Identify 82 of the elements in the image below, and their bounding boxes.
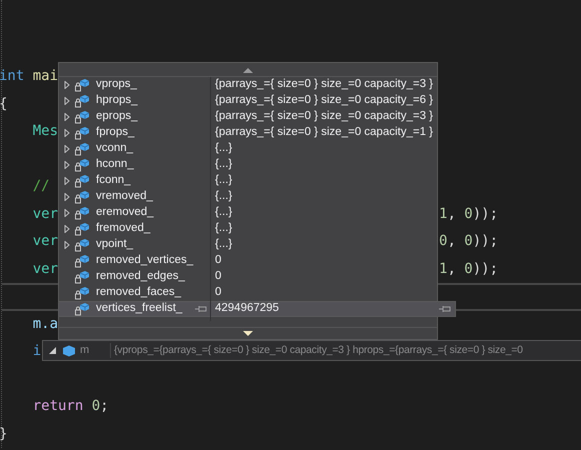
datatip-row[interactable]: fremoved_ {...}	[59, 221, 437, 237]
member-name: hprops_	[96, 93, 138, 108]
scroll-up-icon[interactable]	[243, 66, 253, 72]
datatip-row[interactable]: vconn_ {...}	[59, 141, 437, 157]
code-text: ver	[32, 260, 58, 277]
code-text: }	[0, 426, 8, 442]
datatip-row[interactable]: vprops_ {parrays_={ size=0 } size_=0 capacity_=3 }	[59, 77, 437, 93]
member-value: {parrays_={ size=0 } size_=0 capacity_=1 }	[214, 125, 434, 140]
member-name: hconn_	[96, 157, 134, 172]
datatip-row[interactable]: removed_faces_ 0	[59, 285, 437, 301]
field-lock-icon	[75, 94, 89, 108]
code-text: 1, 0));	[439, 204, 498, 224]
member-value: {parrays_={ size=0 } size_=0 capacity_=3 }	[214, 109, 434, 124]
member-value: {...}	[214, 205, 232, 220]
member-name: removed_vertices_	[96, 253, 194, 268]
field-lock-icon	[75, 126, 89, 140]
field-lock-icon	[75, 222, 89, 236]
code-text: return 0;	[32, 398, 109, 414]
field-lock-icon	[75, 110, 89, 124]
datatip-row[interactable]: removed_edges_ 0	[59, 269, 437, 285]
member-value: {parrays_={ size=0 } size_=0 capacity_=3 }	[214, 77, 434, 92]
field-lock-icon	[75, 302, 89, 316]
member-value: {...}	[214, 221, 232, 236]
object-icon	[62, 344, 76, 356]
field-lock-icon	[75, 206, 89, 220]
scroll-down-icon[interactable]	[243, 331, 253, 337]
member-name: fprops_	[96, 125, 134, 140]
member-name: fconn_	[96, 173, 131, 188]
member-name: eprops_	[96, 109, 138, 124]
datatip-row[interactable]: hprops_ {parrays_={ size=0 } size_=0 capacity_=6 }	[59, 93, 437, 109]
datatip-row[interactable]: vremoved_ {...}	[59, 189, 437, 205]
member-value: 0	[214, 269, 222, 284]
datatip-row[interactable]: fprops_ {parrays_={ size=0 } size_=0 capacity_=1 }	[59, 125, 437, 141]
code-text: int mai	[0, 68, 58, 84]
datatip-row[interactable]: vertices_freelist_ 4294967295	[59, 301, 456, 317]
member-value: {...}	[214, 157, 232, 172]
member-name: vprops_	[96, 77, 137, 92]
member-name: fremoved_	[96, 221, 150, 236]
code-text: ver	[32, 206, 58, 222]
member-value: 4294967295	[214, 301, 279, 316]
field-lock-icon	[75, 190, 89, 204]
member-name: removed_edges_	[96, 269, 185, 284]
code-text: m.a	[32, 316, 58, 332]
member-value: {...}	[214, 173, 232, 188]
code-text: i	[32, 343, 42, 360]
member-name: vconn_	[96, 141, 134, 156]
datatip-row[interactable]: vpoint_ {...}	[59, 237, 437, 253]
member-name: vpoint_	[96, 237, 134, 252]
field-lock-icon	[75, 158, 89, 172]
code-text: ver	[32, 233, 58, 250]
field-lock-icon	[75, 78, 89, 92]
datatip-row[interactable]: hconn_ {...}	[59, 157, 437, 173]
code-text: Mes	[32, 123, 58, 140]
member-name: eremoved_	[96, 205, 154, 220]
datatip-row[interactable]: removed_vertices_ 0	[59, 253, 437, 269]
field-lock-icon	[75, 286, 89, 300]
member-value: {...}	[214, 189, 232, 204]
collapse-icon[interactable]	[48, 347, 56, 354]
member-value: {parrays_={ size=0 } size_=0 capacity_=6 }	[214, 93, 434, 108]
member-value: {...}	[214, 237, 232, 252]
code-text: 0, 0));	[439, 232, 498, 252]
field-lock-icon	[75, 254, 89, 268]
member-name: removed_faces_	[96, 285, 182, 300]
datatip-row[interactable]: fconn_ {...}	[59, 173, 437, 189]
datatip-row[interactable]: eremoved_ {...}	[59, 205, 437, 221]
member-value: 0	[214, 285, 222, 300]
field-lock-icon	[75, 142, 89, 156]
variable-name: m	[80, 343, 90, 358]
code-text: 1, 0));	[439, 260, 498, 279]
member-value: 0	[214, 253, 222, 268]
datatip-row[interactable]: eprops_ {parrays_={ size=0 } size_=0 capacity_=3 }	[59, 109, 437, 125]
member-name: vertices_freelist_	[96, 301, 182, 316]
variable-value: {vprops_={parrays_={ size=0 } size_=0 capacity_=3 } hprops_={parrays_={ size=0 } size_=0	[110, 342, 523, 358]
field-lock-icon	[75, 270, 89, 284]
pin-icon[interactable]	[439, 305, 451, 313]
code-text: //	[32, 178, 50, 194]
field-lock-icon	[75, 174, 89, 188]
member-name: vremoved_	[96, 189, 153, 204]
code-text: {	[0, 96, 8, 112]
member-value: {...}	[214, 141, 232, 156]
field-lock-icon	[75, 238, 89, 252]
pin-icon[interactable]	[195, 305, 207, 313]
